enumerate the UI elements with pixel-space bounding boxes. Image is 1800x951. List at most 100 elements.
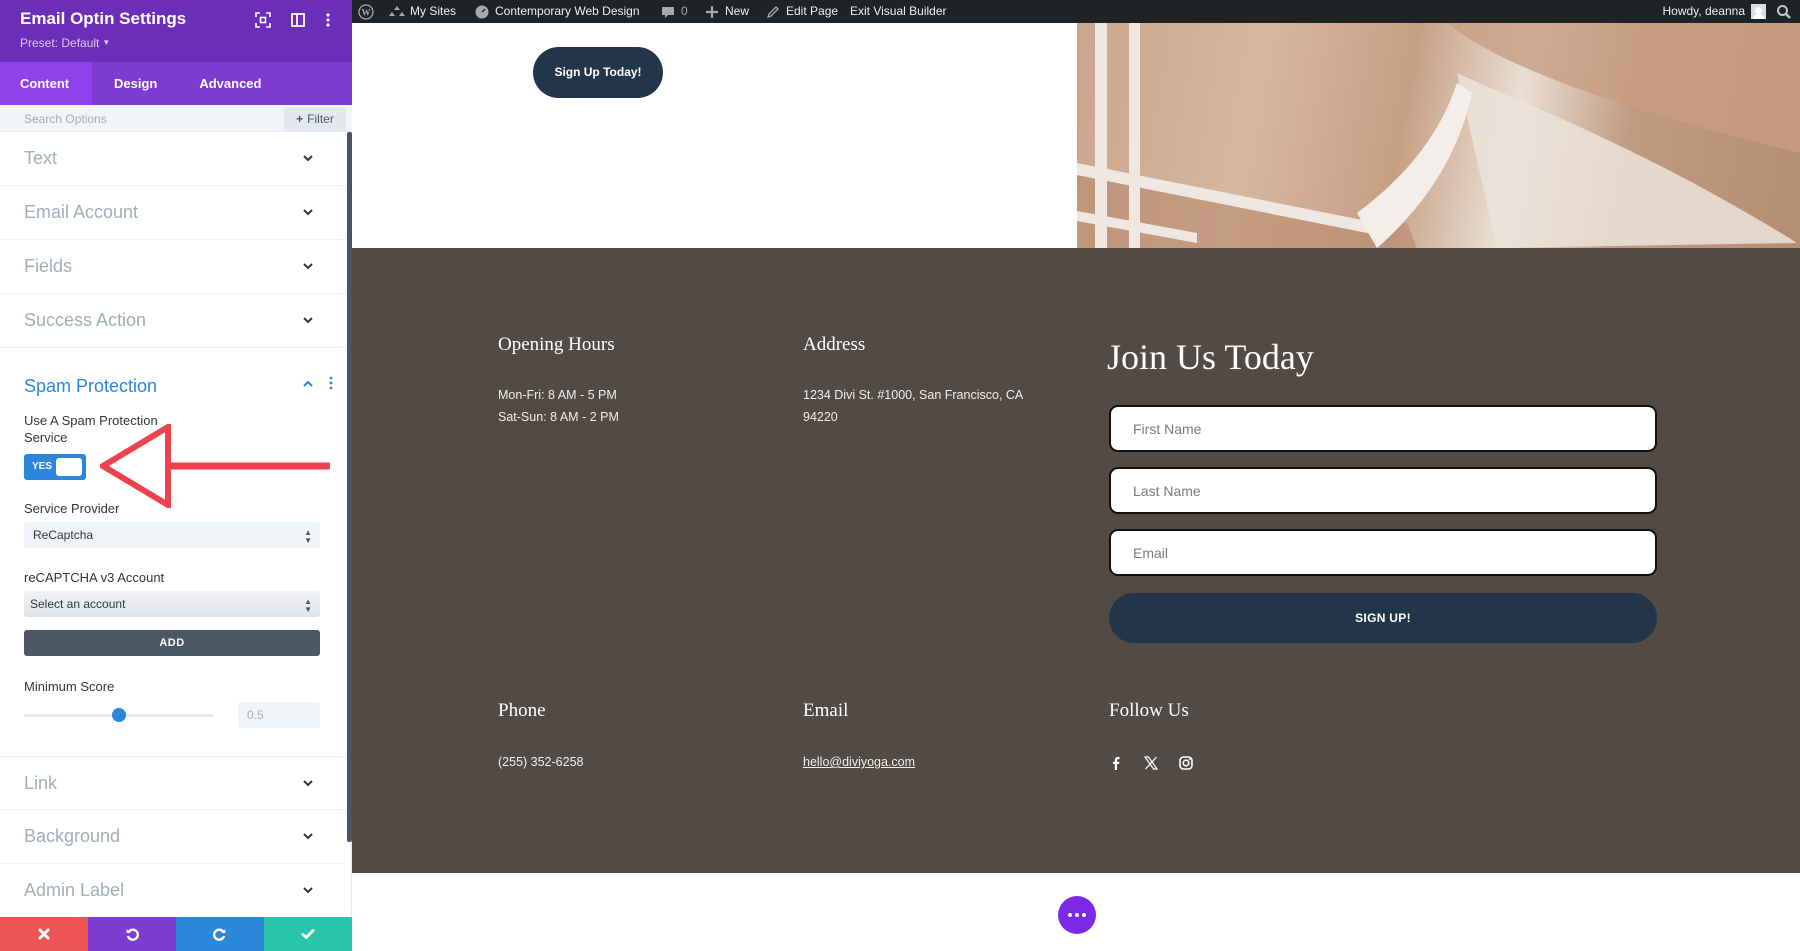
save-button[interactable] bbox=[264, 917, 352, 951]
section-options-icon[interactable] bbox=[329, 376, 333, 390]
panel-header: Email Optin Settings Preset: Default ▼ bbox=[0, 0, 352, 62]
section-link[interactable]: Link bbox=[0, 756, 346, 810]
new-content-menu[interactable]: New bbox=[704, 0, 749, 23]
comments-count: 0 bbox=[681, 4, 688, 18]
preset-dropdown[interactable]: Preset: Default ▼ bbox=[20, 36, 110, 50]
section-label: Email Account bbox=[24, 202, 139, 222]
new-label: New bbox=[725, 4, 750, 18]
email-heading: Email bbox=[803, 700, 849, 721]
close-icon bbox=[37, 927, 51, 941]
service-provider-select[interactable]: ReCaptcha ▲ ▼ bbox=[24, 522, 320, 548]
select-arrows-icon: ▲ ▼ bbox=[304, 528, 312, 545]
undo-button[interactable] bbox=[88, 917, 176, 951]
options-list: Text Email Account Fields Success Action… bbox=[0, 132, 346, 917]
phone-number: (255) 352-6258 bbox=[498, 755, 584, 769]
howdy-label: Howdy, deanna bbox=[1662, 4, 1746, 18]
chevron-down-icon bbox=[302, 830, 314, 842]
section-background[interactable]: Background bbox=[0, 810, 346, 864]
hours-weekday: Mon-Fri: 8 AM - 5 PM bbox=[498, 388, 617, 402]
minimum-score-slider[interactable] bbox=[24, 708, 214, 722]
section-fields[interactable]: Fields bbox=[0, 240, 346, 294]
sign-up-button[interactable]: SIGN UP! bbox=[1109, 593, 1657, 643]
edit-page-label: Edit Page bbox=[786, 4, 839, 18]
more-options-icon[interactable] bbox=[320, 12, 336, 28]
service-provider-label: Service Provider bbox=[24, 501, 120, 516]
tab-design[interactable]: Design bbox=[92, 62, 179, 105]
hero-section: Sign Up Today! bbox=[352, 23, 1800, 248]
first-name-input[interactable] bbox=[1109, 405, 1657, 452]
my-sites-menu[interactable]: My Sites bbox=[389, 0, 456, 23]
redo-button[interactable] bbox=[176, 917, 264, 951]
add-account-button[interactable]: ADD bbox=[24, 630, 320, 656]
address-line-2: 94220 bbox=[803, 410, 838, 424]
chevron-down-icon bbox=[302, 777, 314, 789]
chevron-down-icon bbox=[302, 206, 314, 218]
select-arrows-icon: ▲ ▼ bbox=[304, 597, 312, 614]
email-link[interactable]: hello@diviyoga.com bbox=[803, 751, 915, 773]
chevron-down-icon bbox=[302, 884, 314, 896]
chevron-up-icon bbox=[302, 378, 314, 390]
hours-weekend: Sat-Sun: 8 AM - 2 PM bbox=[498, 410, 619, 424]
sign-up-today-button[interactable]: Sign Up Today! bbox=[533, 47, 663, 98]
builder-settings-button[interactable] bbox=[1058, 896, 1096, 934]
caret-down-icon: ▼ bbox=[102, 38, 111, 47]
search-button[interactable] bbox=[1776, 0, 1792, 23]
selected-value: Select an account bbox=[30, 597, 126, 611]
x-twitter-icon[interactable] bbox=[1143, 755, 1159, 771]
email-input[interactable] bbox=[1109, 529, 1657, 576]
facebook-icon[interactable] bbox=[1108, 755, 1124, 771]
chevron-down-icon bbox=[302, 260, 314, 272]
follow-us-heading: Follow Us bbox=[1109, 700, 1189, 721]
section-label: Spam Protection bbox=[24, 376, 158, 396]
slider-handle[interactable] bbox=[112, 708, 126, 722]
filter-label: Filter bbox=[307, 112, 334, 126]
section-email-account[interactable]: Email Account bbox=[0, 186, 346, 240]
pencil-icon bbox=[765, 4, 781, 20]
wp-admin-bar: W My Sites Contemporary Web Design 0 New… bbox=[352, 0, 1800, 23]
minimum-score-input[interactable] bbox=[238, 702, 320, 728]
check-icon bbox=[301, 927, 315, 941]
section-success-action[interactable]: Success Action bbox=[0, 294, 346, 348]
section-admin-label[interactable]: Admin Label bbox=[0, 864, 346, 917]
panel-action-bar bbox=[0, 917, 352, 951]
my-sites-icon bbox=[389, 4, 405, 20]
dot-icon bbox=[1082, 913, 1086, 917]
section-text[interactable]: Text bbox=[0, 132, 346, 186]
account-menu[interactable]: Howdy, deanna bbox=[1662, 0, 1766, 23]
chevron-down-icon bbox=[302, 314, 314, 326]
site-name-menu[interactable]: Contemporary Web Design bbox=[474, 0, 640, 23]
edit-page-link[interactable]: Edit Page bbox=[765, 0, 838, 23]
address-line-1: 1234 Divi St. #1000, San Francisco, CA bbox=[803, 388, 1024, 402]
tab-content[interactable]: Content bbox=[0, 62, 92, 105]
panel-title: Email Optin Settings bbox=[20, 9, 187, 28]
panel-tabs: Content Design Advanced bbox=[0, 62, 352, 105]
section-label: Fields bbox=[24, 256, 73, 276]
tab-advanced[interactable]: Advanced bbox=[179, 62, 281, 105]
chevron-down-icon bbox=[302, 152, 314, 164]
my-sites-label: My Sites bbox=[410, 4, 457, 18]
search-icon bbox=[1776, 4, 1792, 20]
plus-icon bbox=[704, 4, 720, 20]
wordpress-logo-button[interactable]: W bbox=[358, 0, 379, 23]
section-spam-protection[interactable]: Spam Protection bbox=[0, 368, 346, 404]
dot-icon bbox=[1068, 913, 1072, 917]
toggle-knob bbox=[56, 458, 82, 476]
search-options-input[interactable] bbox=[0, 105, 280, 132]
undo-icon bbox=[125, 927, 139, 941]
exit-visual-builder-link[interactable]: Exit Visual Builder bbox=[850, 0, 947, 23]
spam-service-toggle[interactable]: YES bbox=[24, 454, 86, 480]
section-label: Link bbox=[24, 773, 58, 793]
discard-button[interactable] bbox=[0, 917, 88, 951]
search-row: +Filter bbox=[0, 105, 352, 132]
recaptcha-account-select[interactable]: Select an account ▲ ▼ bbox=[24, 591, 320, 617]
sidebar-layout-icon[interactable] bbox=[290, 12, 306, 28]
instagram-icon[interactable] bbox=[1178, 755, 1194, 771]
section-label: Background bbox=[24, 826, 121, 846]
expand-icon[interactable] bbox=[255, 12, 271, 28]
svg-text:W: W bbox=[362, 7, 371, 17]
last-name-input[interactable] bbox=[1109, 467, 1657, 514]
wordpress-icon: W bbox=[358, 3, 374, 20]
filter-button[interactable]: + Filter bbox=[284, 107, 346, 131]
hero-photo bbox=[1077, 23, 1800, 248]
comments-link[interactable]: 0 bbox=[660, 0, 688, 23]
